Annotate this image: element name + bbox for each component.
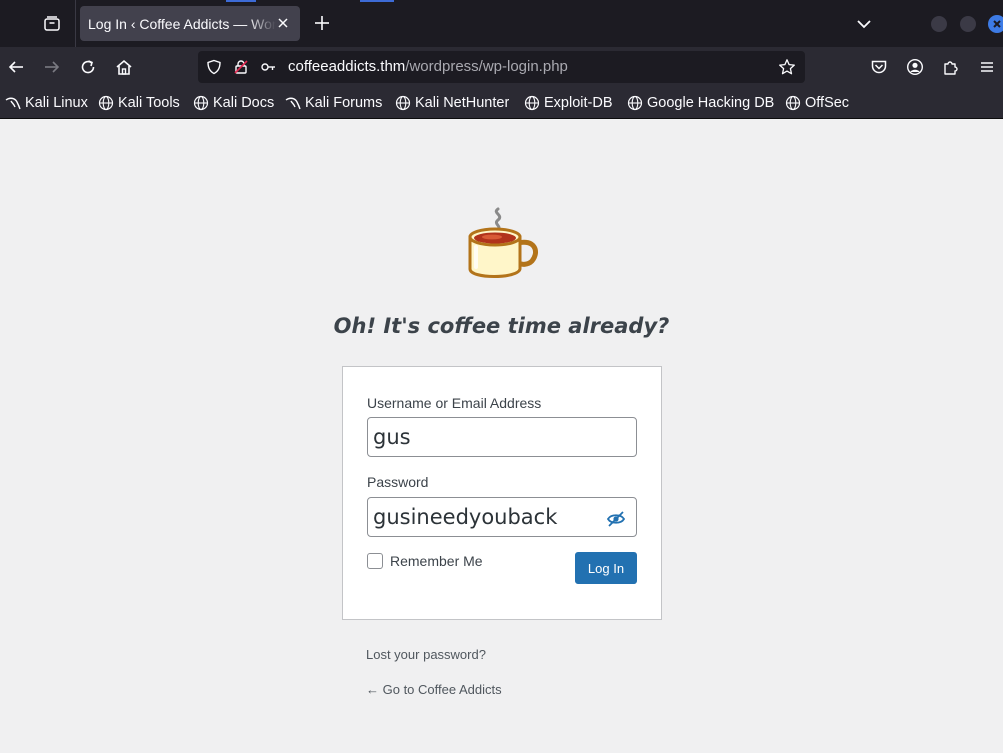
list-all-tabs-icon[interactable] bbox=[852, 12, 876, 36]
bookmarks-toolbar: Kali Linux Kali Tools Kali Docs Kali For… bbox=[0, 87, 1003, 119]
site-tagline: Oh! It's coffee time already? bbox=[333, 314, 670, 338]
username-label: Username or Email Address bbox=[367, 395, 542, 411]
new-tab-icon[interactable] bbox=[310, 11, 334, 35]
eye-slash-icon bbox=[606, 511, 626, 527]
account-icon bbox=[906, 58, 924, 76]
bookmark-offsec[interactable]: OffSec bbox=[785, 87, 849, 118]
tab-close-icon[interactable] bbox=[274, 14, 292, 32]
firefox-view-button[interactable] bbox=[38, 10, 66, 38]
back-button[interactable] bbox=[4, 55, 28, 79]
url-host: coffeeaddicts.thm bbox=[288, 58, 406, 75]
remember-me-row: Remember Me bbox=[367, 553, 483, 569]
kali-dragon-icon bbox=[285, 97, 301, 109]
tab-separator bbox=[75, 0, 76, 47]
window-close-button[interactable] bbox=[988, 15, 1003, 33]
toggle-password-visibility-button[interactable] bbox=[604, 507, 628, 531]
firefox-view-icon bbox=[44, 16, 60, 31]
close-icon bbox=[993, 20, 1001, 28]
bookmark-label: Kali NetHunter bbox=[415, 94, 510, 111]
password-input[interactable]: gusineedyouback bbox=[367, 497, 637, 537]
tab-active[interactable]: Log In ‹ Coffee Addicts — WordPress bbox=[80, 6, 300, 41]
pocket-button[interactable] bbox=[867, 55, 891, 79]
bookmark-label: Exploit-DB bbox=[544, 94, 613, 111]
globe-icon bbox=[193, 95, 209, 110]
url-path: /wordpress/wp-login.php bbox=[405, 58, 568, 75]
remember-me-label[interactable]: Remember Me bbox=[390, 553, 483, 569]
url-text[interactable]: coffeeaddicts.thm/wordpress/wp-login.php bbox=[288, 58, 568, 75]
remember-me-checkbox[interactable] bbox=[367, 553, 383, 569]
globe-icon bbox=[785, 95, 801, 110]
bookmark-star-icon[interactable] bbox=[778, 58, 796, 76]
login-form: Username or Email Address gus Password g… bbox=[342, 366, 662, 620]
account-button[interactable] bbox=[903, 55, 927, 79]
bookmark-label: Kali Forums bbox=[305, 94, 383, 111]
bookmark-kali-docs[interactable]: Kali Docs bbox=[193, 87, 274, 118]
home-button[interactable] bbox=[112, 55, 136, 79]
maximize-button[interactable] bbox=[960, 16, 976, 32]
globe-icon bbox=[524, 95, 540, 110]
bookmark-kali-forums[interactable]: Kali Forums bbox=[285, 87, 383, 118]
reload-icon bbox=[81, 60, 95, 74]
extensions-button[interactable] bbox=[939, 55, 963, 79]
tab-bar-accent bbox=[226, 0, 256, 2]
key-icon[interactable] bbox=[260, 59, 276, 75]
kali-dragon-icon bbox=[5, 97, 21, 109]
bookmark-google-hacking-db[interactable]: Google Hacking DB bbox=[627, 87, 774, 118]
globe-icon bbox=[395, 95, 411, 110]
tab-title: Log In ‹ Coffee Addicts — WordPress bbox=[88, 15, 276, 32]
bookmark-label: Kali Docs bbox=[213, 94, 275, 111]
log-in-button[interactable]: Log In bbox=[575, 552, 637, 584]
puzzle-piece-icon bbox=[944, 61, 958, 75]
menu-button[interactable] bbox=[975, 55, 999, 79]
tab-bar: Log In ‹ Coffee Addicts — WordPress bbox=[0, 0, 1003, 47]
globe-icon bbox=[98, 95, 114, 110]
password-label: Password bbox=[367, 474, 429, 490]
bookmark-kali-nethunter[interactable]: Kali NetHunter bbox=[395, 87, 509, 118]
bookmark-label: Google Hacking DB bbox=[647, 94, 775, 111]
coffee-cup-logo[interactable] bbox=[462, 205, 542, 287]
bookmark-exploit-db[interactable]: Exploit-DB bbox=[524, 87, 613, 118]
address-bar[interactable]: coffeeaddicts.thm/wordpress/wp-login.php bbox=[198, 51, 805, 83]
back-to-site-link[interactable]: ← Go to Coffee Addicts bbox=[366, 682, 502, 697]
bookmark-label: Kali Tools bbox=[118, 94, 180, 111]
arrow-right-icon bbox=[45, 61, 60, 73]
reload-button[interactable] bbox=[76, 55, 100, 79]
pocket-icon bbox=[871, 60, 887, 74]
home-icon bbox=[116, 59, 132, 75]
navigation-toolbar: coffeeaddicts.thm/wordpress/wp-login.php bbox=[0, 47, 1003, 87]
bookmark-kali-linux[interactable]: Kali Linux bbox=[5, 87, 88, 118]
minimize-button[interactable] bbox=[931, 16, 947, 32]
tab-bar-accent bbox=[360, 0, 394, 2]
insecure-lock-icon[interactable] bbox=[233, 59, 249, 75]
bookmark-label: OffSec bbox=[805, 94, 850, 111]
bookmark-label: Kali Linux bbox=[25, 94, 88, 111]
shield-icon[interactable] bbox=[206, 59, 222, 75]
forward-button[interactable] bbox=[40, 55, 64, 79]
lost-password-link[interactable]: Lost your password? bbox=[366, 647, 486, 662]
hamburger-menu-icon bbox=[981, 62, 993, 72]
globe-icon bbox=[627, 95, 643, 110]
username-input[interactable]: gus bbox=[367, 417, 637, 457]
arrow-left-icon bbox=[8, 61, 23, 73]
bookmark-kali-tools[interactable]: Kali Tools bbox=[98, 87, 180, 118]
login-page: Oh! It's coffee time already? Username o… bbox=[0, 119, 1003, 753]
